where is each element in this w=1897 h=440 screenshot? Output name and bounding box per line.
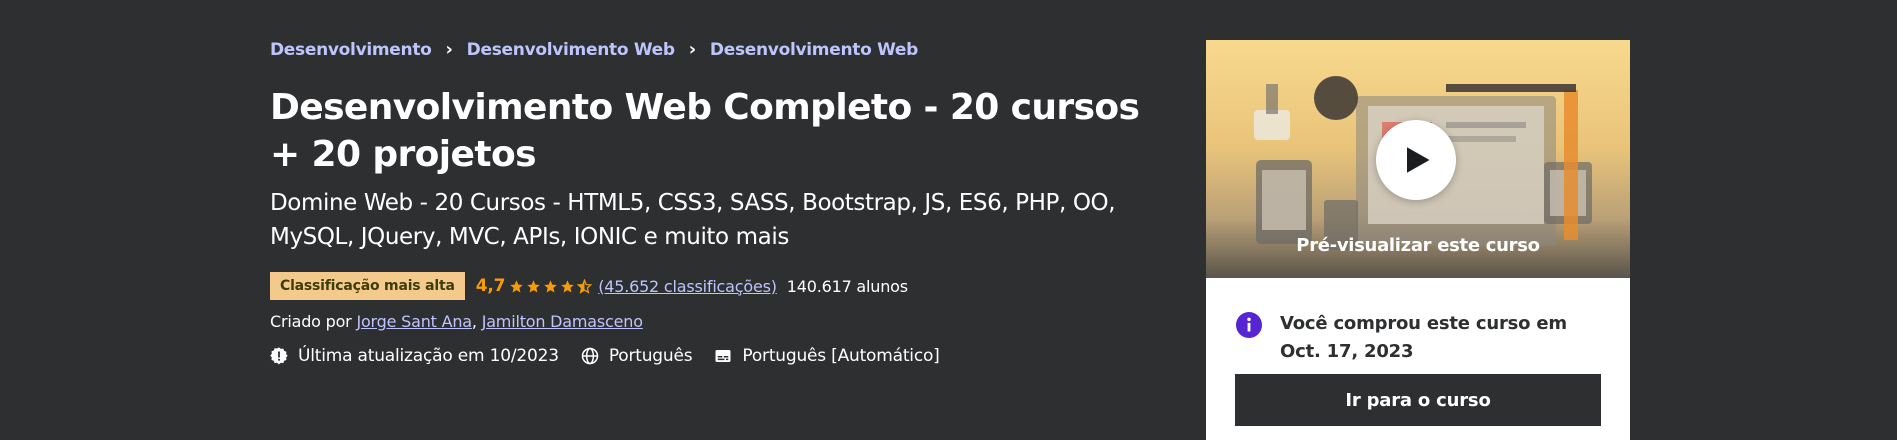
course-meta: Última atualização em 10/2023 Português … xyxy=(270,346,962,366)
chevron-right-icon: › xyxy=(445,39,453,60)
course-preview[interactable]: Pré-visualizar este curso xyxy=(1206,40,1630,278)
captions: Português [Automático] xyxy=(714,346,940,366)
star-half-icon xyxy=(577,278,593,294)
star-icon xyxy=(561,279,574,292)
captions-text: Português [Automático] xyxy=(742,346,940,366)
alert-badge-icon xyxy=(270,347,288,365)
ratings-count-link[interactable]: (45.652 classificações) xyxy=(598,277,777,296)
course-title: Desenvolvimento Web Completo - 20 cursos… xyxy=(270,87,1140,175)
language: Português xyxy=(581,346,693,366)
bestseller-badge: Classificação mais alta xyxy=(270,272,465,300)
breadcrumb-item-desenvolvimento[interactable]: Desenvolvimento xyxy=(270,40,432,60)
instructor-link[interactable]: Jamilton Damasceno xyxy=(482,312,643,331)
course-sidebar-card: Pré-visualizar este curso Você comprou e… xyxy=(1206,40,1630,440)
star-icon xyxy=(510,279,523,292)
created-by-label: Criado por xyxy=(270,312,352,331)
purchase-notice: Você comprou este curso em Oct. 17, 2023 xyxy=(1236,310,1606,366)
created-by-row: Criado por Jorge Sant Ana, Jamilton Dama… xyxy=(270,312,643,331)
chevron-right-icon: › xyxy=(688,39,696,60)
course-subtitle: Domine Web - 20 Cursos - HTML5, CSS3, SA… xyxy=(270,190,1116,250)
info-icon xyxy=(1236,312,1262,338)
rating-row: Classificação mais alta 4,7 (45.652 clas… xyxy=(270,272,908,300)
instructor-link[interactable]: Jorge Sant Ana xyxy=(356,312,472,331)
preview-label: Pré-visualizar este curso xyxy=(1296,235,1540,256)
purchase-notice-text: Você comprou este curso em Oct. 17, 2023 xyxy=(1280,313,1567,362)
students-count: 140.617 alunos xyxy=(786,276,908,296)
closed-captions-icon xyxy=(715,350,731,362)
globe-icon xyxy=(581,347,599,365)
star-icon xyxy=(544,279,557,292)
rating-value: 4,7 xyxy=(475,276,506,296)
language-text: Português xyxy=(608,346,693,366)
breadcrumb-item-topic[interactable]: Desenvolvimento Web xyxy=(710,40,918,60)
star-rating xyxy=(509,278,593,294)
play-button[interactable] xyxy=(1376,120,1456,200)
star-icon xyxy=(527,279,540,292)
last-updated: Última atualização em 10/2023 xyxy=(270,346,559,366)
go-to-course-button[interactable]: Ir para o curso xyxy=(1235,374,1601,426)
breadcrumb-item-desenvolvimento-web[interactable]: Desenvolvimento Web xyxy=(467,40,675,60)
breadcrumb: Desenvolvimento › Desenvolvimento Web › … xyxy=(270,40,918,60)
last-updated-text: Última atualização em 10/2023 xyxy=(298,346,559,366)
play-icon xyxy=(1407,147,1430,173)
separator-comma: , xyxy=(471,312,482,331)
